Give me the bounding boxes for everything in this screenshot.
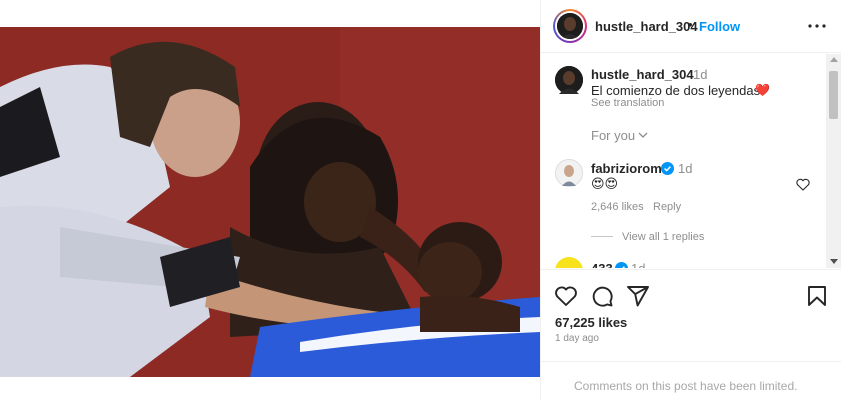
- comment-time: 1d: [678, 161, 693, 176]
- author-avatar[interactable]: [553, 9, 587, 43]
- caption-avatar[interactable]: [555, 66, 583, 94]
- small-heart-icon[interactable]: [796, 178, 810, 191]
- verified-badge-icon: [661, 162, 674, 175]
- comment-username[interactable]: 433: [591, 261, 613, 268]
- replies-divider: [591, 236, 613, 237]
- scroll-thumb[interactable]: [829, 71, 838, 119]
- scroll-down-arrow[interactable]: [830, 259, 838, 264]
- share-icon[interactable]: [626, 284, 650, 308]
- see-translation-link[interactable]: See translation: [591, 97, 664, 109]
- comments-scrollbar[interactable]: [826, 54, 841, 268]
- caption-username[interactable]: hustle_hard_304: [591, 67, 694, 82]
- post-actions: 67,225 likes 1 day ago: [541, 269, 841, 360]
- heart-emoji: ❤️: [755, 83, 770, 97]
- likes-count[interactable]: 67,225 likes: [555, 315, 627, 330]
- post-time-ago: 1 day ago: [555, 333, 599, 344]
- save-bookmark-icon[interactable]: [805, 284, 829, 308]
- more-options-icon[interactable]: [805, 16, 829, 36]
- verified-badge-icon: [615, 262, 628, 268]
- for-you-label[interactable]: For you: [591, 128, 635, 143]
- caption-time: 1d: [693, 67, 708, 82]
- comment-username[interactable]: fabriziorom: [591, 161, 662, 176]
- reply-button[interactable]: Reply: [653, 201, 681, 213]
- view-replies-link[interactable]: View all 1 replies: [622, 231, 704, 243]
- post-media-area: [0, 0, 540, 400]
- comments-limited-text: Comments on this post have been limited.: [574, 379, 798, 393]
- comment-time: 1d: [631, 261, 645, 268]
- post-photo[interactable]: [0, 27, 540, 377]
- comments-limited-footer: Comments on this post have been limited.: [541, 361, 841, 400]
- instagram-post-view: hustle_hard_304 • Follow hustle_hard_304…: [0, 0, 841, 400]
- header-separator: •: [688, 17, 693, 32]
- caption-text: El comienzo de dos leyendas: [591, 83, 761, 98]
- comment-icon[interactable]: [590, 284, 614, 308]
- comment-text: 😍😍: [591, 176, 619, 191]
- post-side-panel: hustle_hard_304 • Follow hustle_hard_304…: [540, 0, 841, 400]
- comment-avatar[interactable]: [555, 159, 583, 187]
- follow-button[interactable]: Follow: [699, 19, 740, 34]
- chevron-down-icon[interactable]: [637, 128, 649, 140]
- author-username[interactable]: hustle_hard_304: [595, 19, 698, 34]
- comments-list[interactable]: hustle_hard_304 1d El comienzo de dos le…: [541, 54, 825, 268]
- post-header: hustle_hard_304 • Follow: [541, 0, 841, 53]
- scroll-up-arrow[interactable]: [830, 57, 838, 62]
- comment-likes[interactable]: 2,646 likes: [591, 201, 644, 213]
- like-heart-icon[interactable]: [554, 284, 578, 308]
- comment-avatar[interactable]: [555, 257, 583, 268]
